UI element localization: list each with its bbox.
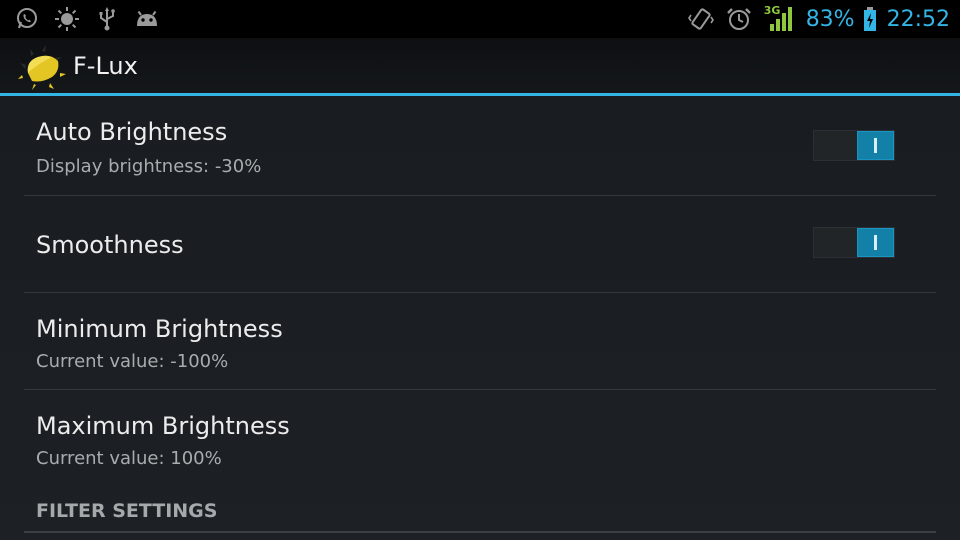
pref-summary: Current value: -100% [36, 351, 229, 372]
pref-title: Minimum Brightness [36, 315, 283, 343]
android-icon [137, 10, 157, 26]
alarm-icon [726, 8, 751, 30]
auto-brightness-toggle[interactable] [813, 130, 895, 161]
pref-title: Maximum Brightness [36, 412, 290, 440]
notification-icons [14, 6, 160, 32]
smoothness-toggle[interactable] [813, 227, 895, 258]
action-bar: F-Lux [0, 38, 960, 96]
sun-icon [55, 7, 79, 31]
battery-percent: 83% [805, 6, 855, 32]
category-filter-settings: FILTER SETTINGS [36, 500, 218, 522]
category-divider [24, 531, 936, 533]
app-title: F-Lux [73, 52, 138, 80]
pref-maximum-brightness[interactable]: Maximum Brightness Current value: 100% [24, 390, 936, 487]
signal-indicator: 3G [764, 4, 794, 32]
signal-icon [769, 7, 792, 31]
status-clock: 22:52 [886, 6, 950, 32]
pref-summary: Current value: 100% [36, 448, 222, 469]
pref-auto-brightness[interactable]: Auto Brightness Display brightness: -30% [24, 96, 936, 196]
screen: 3G 83% 22:52 F-Lux Auto Brightness Displ… [0, 0, 960, 540]
preference-list: Auto Brightness Display brightness: -30%… [24, 96, 936, 487]
pref-title: Auto Brightness [36, 118, 228, 146]
pref-title: Smoothness [36, 231, 184, 259]
toggle-grip [874, 235, 877, 250]
system-icons: 3G 83% 22:52 [687, 0, 950, 38]
toggle-thumb [857, 131, 894, 160]
pref-summary: Display brightness: -30% [36, 156, 262, 177]
battery-charging-icon [863, 7, 876, 31]
pref-smoothness[interactable]: Smoothness [24, 196, 936, 293]
status-bar: 3G 83% 22:52 [0, 0, 960, 38]
toggle-grip [874, 138, 877, 153]
pref-minimum-brightness[interactable]: Minimum Brightness Current value: -100% [24, 293, 936, 390]
f-lux-sun-icon[interactable] [16, 43, 68, 91]
vibrate-icon [687, 8, 714, 30]
toggle-thumb [857, 228, 894, 257]
whatsapp-icon [17, 8, 37, 29]
usb-icon [99, 7, 115, 31]
